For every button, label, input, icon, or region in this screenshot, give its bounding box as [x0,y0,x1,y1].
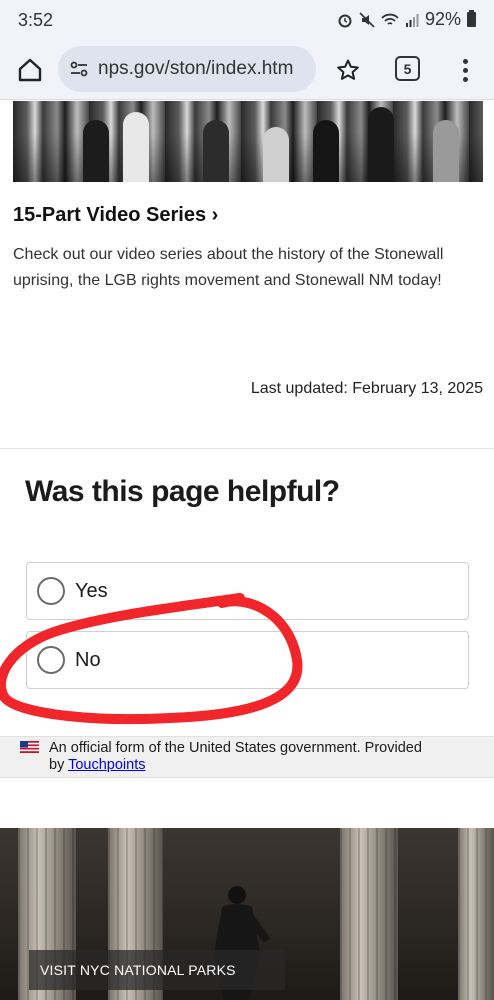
feedback-form: Was this page helpful? Yes No [0,448,494,736]
home-icon [18,58,42,82]
official-provider: by Touchpoints [49,757,146,774]
menu-dot-icon [462,58,468,64]
column [458,828,494,1000]
crowd-figure [203,120,229,182]
tab-switcher-button[interactable]: 5 [395,56,420,81]
url-text: nps.gov/ston/index.htm [98,58,294,79]
address-bar[interactable]: nps.gov/ston/index.htm [58,46,316,92]
home-button[interactable] [14,54,46,86]
status-icons: 92% [337,9,476,30]
radio-button[interactable] [37,577,65,605]
menu-dot-icon [462,67,468,73]
us-flag-icon [20,741,39,753]
official-form-notice: An official form of the United States go… [0,736,494,778]
video-series-link[interactable]: 15-Part Video Series › [13,204,218,227]
feedback-option-no[interactable]: No [26,631,469,689]
federal-hall-image[interactable]: VISIT NYC NATIONAL PARKS [0,828,494,1000]
crowd-figure [83,120,109,182]
alarm-icon [338,14,352,27]
option-label: Yes [75,579,108,602]
site-settings-icon[interactable] [68,58,90,80]
crowd-figure [433,120,459,182]
official-form-text: An official form of the United States go… [49,740,422,756]
option-label: No [75,648,101,671]
browser-toolbar: nps.gov/ston/index.htm 5 [0,40,494,100]
status-time: 3:52 [18,10,54,30]
crowd-figure [368,107,394,182]
menu-dot-icon [462,76,468,82]
overflow-menu-button[interactable] [455,54,475,86]
tab-count: 5 [403,60,412,77]
bookmark-button[interactable] [332,54,364,86]
wifi-icon [381,13,399,25]
battery-icon [467,10,476,27]
crowd-figure [313,120,339,182]
crowd-figure [123,112,149,182]
feedback-title: Was this page helpful? [25,475,340,508]
crowd-figure [263,127,289,182]
official-by-text: by [49,757,65,773]
touchpoints-link[interactable]: Touchpoints [68,757,145,773]
star-icon [337,59,359,80]
radio-button[interactable] [37,646,65,674]
last-updated: Last updated: February 13, 2025 [250,380,483,397]
visit-nyc-parks-banner[interactable]: VISIT NYC NATIONAL PARKS [29,950,285,990]
stonewall-crowd-image[interactable] [13,101,483,182]
mute-icon [359,11,375,28]
battery-percent: 92% [424,9,461,29]
video-series-description: Check out our video series about the his… [13,246,444,289]
status-bar: 3:52 92% [0,0,494,40]
column [340,828,398,1000]
feedback-option-yes[interactable]: Yes [26,562,469,620]
signal-icon [405,13,419,27]
